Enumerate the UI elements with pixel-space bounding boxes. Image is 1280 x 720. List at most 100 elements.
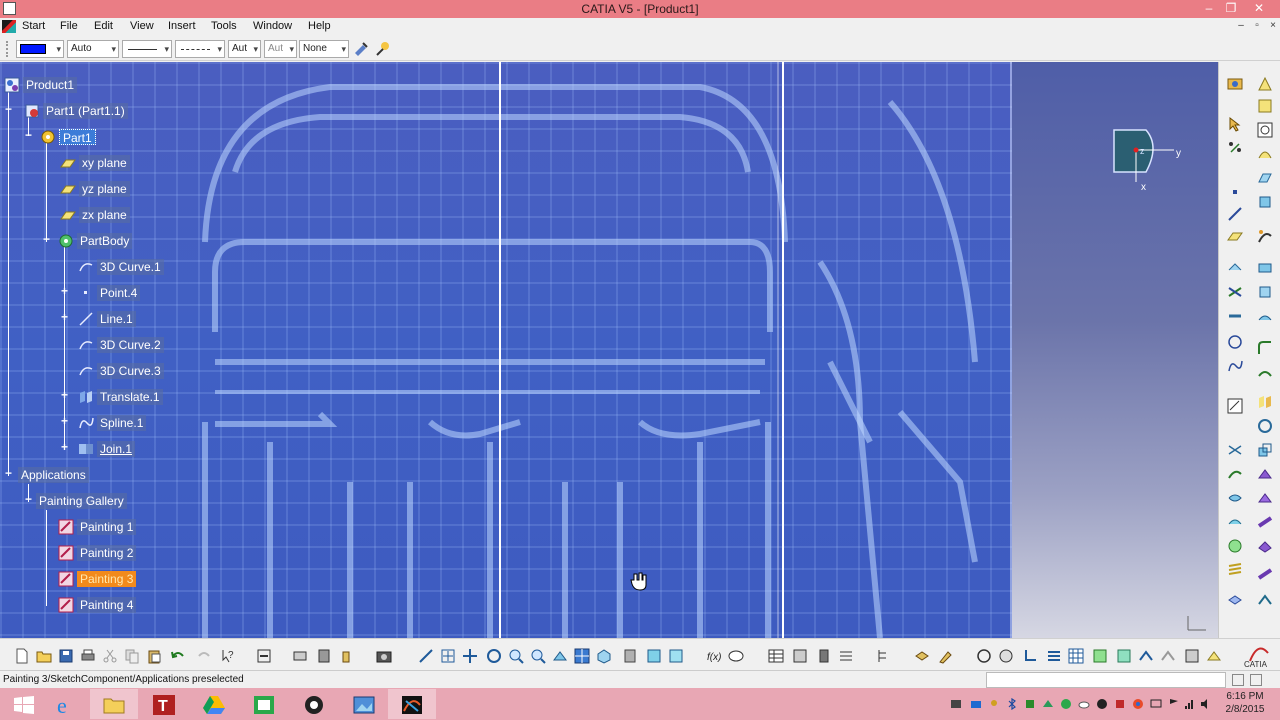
taskbar-internet-explorer[interactable]: e bbox=[42, 689, 90, 719]
tree-node-painting-3[interactable]: Painting 3 bbox=[58, 570, 137, 588]
menu-help[interactable]: Help bbox=[308, 20, 331, 32]
paste-icon[interactable] bbox=[146, 648, 162, 664]
menu-file[interactable]: File bbox=[60, 20, 78, 32]
edit-paint-icon[interactable] bbox=[938, 648, 954, 664]
workbench-icon[interactable] bbox=[1227, 76, 1243, 92]
collapse-toggle[interactable]: − bbox=[24, 493, 33, 505]
join-tool-icon[interactable] bbox=[1227, 490, 1243, 506]
close-button[interactable]: ✕ bbox=[1246, 0, 1272, 18]
tree-node-3d-curve-1[interactable]: 3D Curve.1 bbox=[78, 258, 164, 276]
doc-close-button[interactable]: × bbox=[1266, 20, 1280, 33]
align-icon[interactable] bbox=[1046, 648, 1062, 664]
refresh-icon[interactable] bbox=[976, 648, 992, 664]
pad-icon[interactable] bbox=[1257, 466, 1273, 482]
tree-node-painting-gallery[interactable]: Painting Gallery bbox=[36, 492, 127, 510]
tree-node-product1[interactable]: Product1 bbox=[4, 76, 78, 94]
fit-all-icon[interactable] bbox=[418, 648, 434, 664]
command-button[interactable] bbox=[1232, 674, 1244, 686]
extrude-icon[interactable] bbox=[1257, 194, 1273, 210]
compass-icon[interactable] bbox=[1108, 124, 1188, 194]
tray-sync-icon[interactable] bbox=[1114, 698, 1126, 710]
command-button-2[interactable] bbox=[1250, 674, 1262, 686]
menu-insert[interactable]: Insert bbox=[168, 20, 196, 32]
format-painter-icon[interactable] bbox=[353, 41, 369, 57]
rotate-tool-icon[interactable] bbox=[1257, 418, 1273, 434]
tree-node-applications[interactable]: Applications bbox=[18, 466, 89, 484]
tree-node-painting-1[interactable]: Painting 1 bbox=[58, 518, 137, 536]
tree-node-part1-instance[interactable]: Part1 (Part1.1) bbox=[24, 102, 128, 120]
work-support-icon[interactable] bbox=[1116, 648, 1132, 664]
cut-icon[interactable] bbox=[102, 648, 118, 664]
sweep-icon[interactable] bbox=[1257, 228, 1273, 244]
tree-node-spline-1[interactable]: Spline.1 bbox=[78, 414, 147, 432]
tree-node-yz-plane[interactable]: yz plane bbox=[60, 180, 130, 198]
surface-tool-icon[interactable] bbox=[1257, 170, 1273, 186]
tray-bluetooth-icon[interactable] bbox=[1006, 698, 1018, 710]
menu-tools[interactable]: Tools bbox=[211, 20, 237, 32]
pocket-icon[interactable] bbox=[1257, 490, 1273, 506]
shaft-icon[interactable] bbox=[1257, 514, 1273, 530]
collapse-toggle[interactable]: − bbox=[4, 103, 13, 115]
spline-tool-icon[interactable] bbox=[1227, 358, 1243, 374]
point-tool-icon[interactable] bbox=[1227, 184, 1243, 200]
zoom-out-icon[interactable] bbox=[530, 648, 546, 664]
menu-edit[interactable]: Edit bbox=[94, 20, 113, 32]
tree-node-translate-1[interactable]: Translate.1 bbox=[78, 388, 163, 406]
tree-node-line-1[interactable]: Line.1 bbox=[78, 310, 136, 328]
taskbar-file-explorer[interactable] bbox=[90, 689, 138, 719]
undo-icon[interactable] bbox=[170, 648, 186, 664]
tree-node-3d-curve-3[interactable]: 3D Curve.3 bbox=[78, 362, 164, 380]
layers-icon[interactable] bbox=[914, 648, 930, 664]
fit-icon[interactable] bbox=[440, 648, 456, 664]
tray-flag-icon[interactable] bbox=[1168, 698, 1180, 710]
constraint-icon[interactable] bbox=[1138, 648, 1154, 664]
tree-node-xy-plane[interactable]: xy plane bbox=[60, 154, 130, 172]
tray-chrome-icon[interactable] bbox=[1132, 698, 1144, 710]
collapse-toggle[interactable]: − bbox=[24, 129, 33, 141]
offset-icon[interactable] bbox=[1257, 284, 1273, 300]
thickness-icon[interactable] bbox=[1257, 538, 1273, 554]
tree-node-zx-plane[interactable]: zx plane bbox=[60, 206, 130, 224]
grid-icon[interactable] bbox=[1068, 648, 1084, 664]
toolbar-grip[interactable] bbox=[6, 41, 9, 57]
measure-icon[interactable] bbox=[816, 648, 832, 664]
iso-view-icon[interactable] bbox=[596, 648, 612, 664]
publish-icon[interactable] bbox=[1206, 648, 1222, 664]
line-tool-icon[interactable] bbox=[1227, 206, 1243, 222]
tree-node-painting-4[interactable]: Painting 4 bbox=[58, 596, 137, 614]
sketcher-points-icon[interactable] bbox=[1227, 140, 1243, 156]
shading-icon[interactable] bbox=[622, 648, 638, 664]
table-icon[interactable] bbox=[768, 648, 784, 664]
tray-record-icon[interactable] bbox=[1096, 698, 1108, 710]
tray-monitor-icon[interactable] bbox=[1150, 698, 1162, 710]
collapse-toggle[interactable]: − bbox=[42, 233, 51, 245]
tree-node-partbody[interactable]: PartBody bbox=[58, 232, 133, 250]
tree-organize-icon[interactable] bbox=[876, 648, 892, 664]
zoom-in-icon[interactable] bbox=[508, 648, 524, 664]
tray-green-icon[interactable] bbox=[1060, 698, 1072, 710]
extrapolate-icon[interactable] bbox=[1227, 466, 1243, 482]
sketch-tracer-icon[interactable] bbox=[1257, 76, 1273, 92]
copy-icon[interactable] bbox=[124, 648, 140, 664]
circle-frame-icon[interactable] bbox=[1257, 122, 1273, 138]
bottle-icon[interactable] bbox=[338, 648, 354, 664]
update-icon[interactable] bbox=[256, 648, 272, 664]
taskbar-catia[interactable] bbox=[388, 689, 436, 719]
painter-brush-icon[interactable] bbox=[375, 41, 391, 57]
new-file-icon[interactable] bbox=[14, 648, 30, 664]
linetype-combo[interactable]: ▾ bbox=[122, 40, 172, 58]
whats-this-icon[interactable]: ? bbox=[220, 648, 236, 664]
fill-surface-icon[interactable] bbox=[1257, 260, 1273, 276]
layer-combo[interactable]: None ▾ bbox=[299, 40, 349, 58]
symbol-combo[interactable]: Aut ▾ bbox=[264, 40, 297, 58]
intersection-icon[interactable] bbox=[1227, 284, 1243, 300]
curve-tool-icon[interactable] bbox=[1257, 146, 1273, 162]
command-input[interactable] bbox=[986, 672, 1226, 688]
project-icon[interactable] bbox=[1227, 260, 1243, 276]
snap-icon[interactable] bbox=[1092, 648, 1108, 664]
tree-node-point-4[interactable]: Point.4 bbox=[78, 284, 141, 302]
thickness-combo[interactable]: Aut ▾ bbox=[228, 40, 261, 58]
boundary-icon[interactable] bbox=[1227, 538, 1243, 554]
multi-view-icon[interactable] bbox=[574, 648, 590, 664]
color-combo[interactable]: ▾ bbox=[16, 40, 64, 58]
